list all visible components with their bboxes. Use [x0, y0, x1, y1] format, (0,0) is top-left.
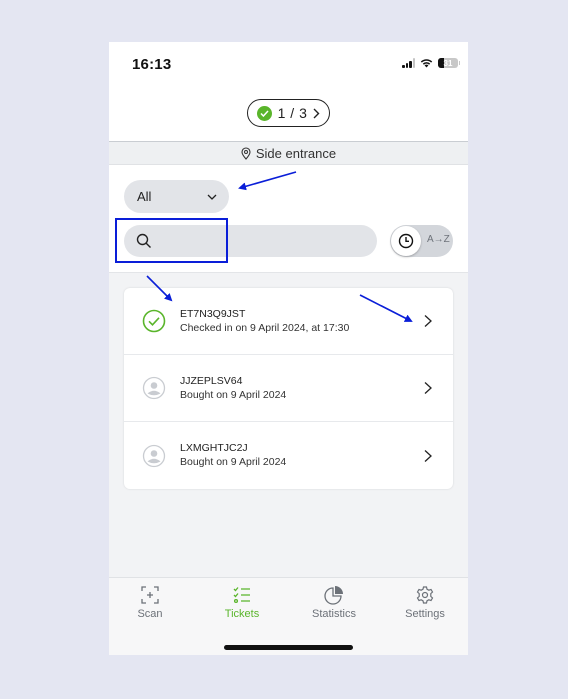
chevron-right-icon [424, 315, 432, 327]
tab-statistics[interactable]: Statistics [299, 584, 369, 620]
chevron-right-icon [313, 108, 320, 118]
chevron-right-icon [424, 382, 432, 394]
home-indicator [224, 645, 353, 650]
user-avatar-icon [142, 376, 166, 400]
location-label: Side entrance [255, 145, 337, 161]
pie-chart-icon [299, 584, 369, 606]
phone-screen: 16:13 31 1 / 3 Side entrance All A→Z ET7… [109, 42, 468, 655]
status-filter-dropdown[interactable]: All [124, 180, 229, 213]
dropdown-selected-value: All [137, 189, 152, 204]
tab-label: Settings [405, 608, 445, 620]
sort-by-time-knob[interactable] [391, 226, 421, 256]
ticket-subtitle: Bought on 9 April 2024 [180, 388, 287, 401]
tab-scan[interactable]: Scan [115, 584, 185, 620]
ticket-id: ET7N3Q9JST [180, 307, 246, 320]
wifi-icon [420, 59, 433, 68]
location-bar[interactable]: Side entrance [109, 141, 468, 165]
status-time: 16:13 [132, 56, 172, 73]
tab-label: Scan [137, 608, 163, 620]
checked-in-icon [142, 309, 166, 333]
header: 16:13 31 1 / 3 [109, 42, 468, 141]
location-pin-icon [241, 146, 251, 160]
signal-icon [402, 58, 415, 68]
gear-icon [390, 584, 460, 606]
ticket-id: LXMGHTJC2J [180, 442, 248, 454]
sort-alphabetical-label[interactable]: A→Z [427, 234, 450, 245]
tickets-list-icon [207, 584, 277, 606]
battery-icon: 31 [438, 58, 460, 68]
sort-toggle[interactable]: A→Z [390, 225, 453, 257]
ticket-list: ET7N3Q9JST Checked in on 9 April 2024, a… [124, 288, 453, 489]
tab-tickets[interactable]: Tickets [207, 584, 277, 620]
user-avatar-icon [142, 444, 166, 468]
ticket-row[interactable]: LXMGHTJC2J Bought on 9 April 2024 [124, 422, 453, 489]
ticket-id: JJZEPLSV64 [180, 374, 243, 387]
ticket-row[interactable]: JJZEPLSV64 Bought on 9 April 2024 [124, 355, 453, 422]
tab-settings[interactable]: Settings [390, 584, 460, 620]
filter-area: All A→Z [109, 165, 468, 273]
tab-label: Tickets [224, 608, 260, 620]
ticket-subtitle: Checked in on 9 April 2024, at 17:30 [180, 321, 350, 334]
counter-text: 1 / 3 [277, 105, 308, 121]
clock-icon [398, 233, 414, 249]
status-icons: 31 [402, 58, 460, 68]
chevron-right-icon [424, 449, 432, 462]
check-circle-icon [256, 105, 272, 121]
search-field[interactable] [124, 225, 377, 257]
ticket-subtitle: Bought on 9 April 2024 [180, 456, 287, 468]
tab-label: Statistics [311, 608, 356, 620]
scan-icon [115, 584, 185, 606]
search-icon [136, 233, 151, 248]
chevron-down-icon [207, 194, 217, 200]
ticket-row[interactable]: ET7N3Q9JST Checked in on 9 April 2024, a… [124, 288, 453, 355]
checkin-counter-button[interactable]: 1 / 3 [247, 99, 330, 127]
bottom-tab-bar: Scan Tickets Statistics Settings [109, 577, 468, 655]
search-input[interactable] [160, 225, 377, 257]
